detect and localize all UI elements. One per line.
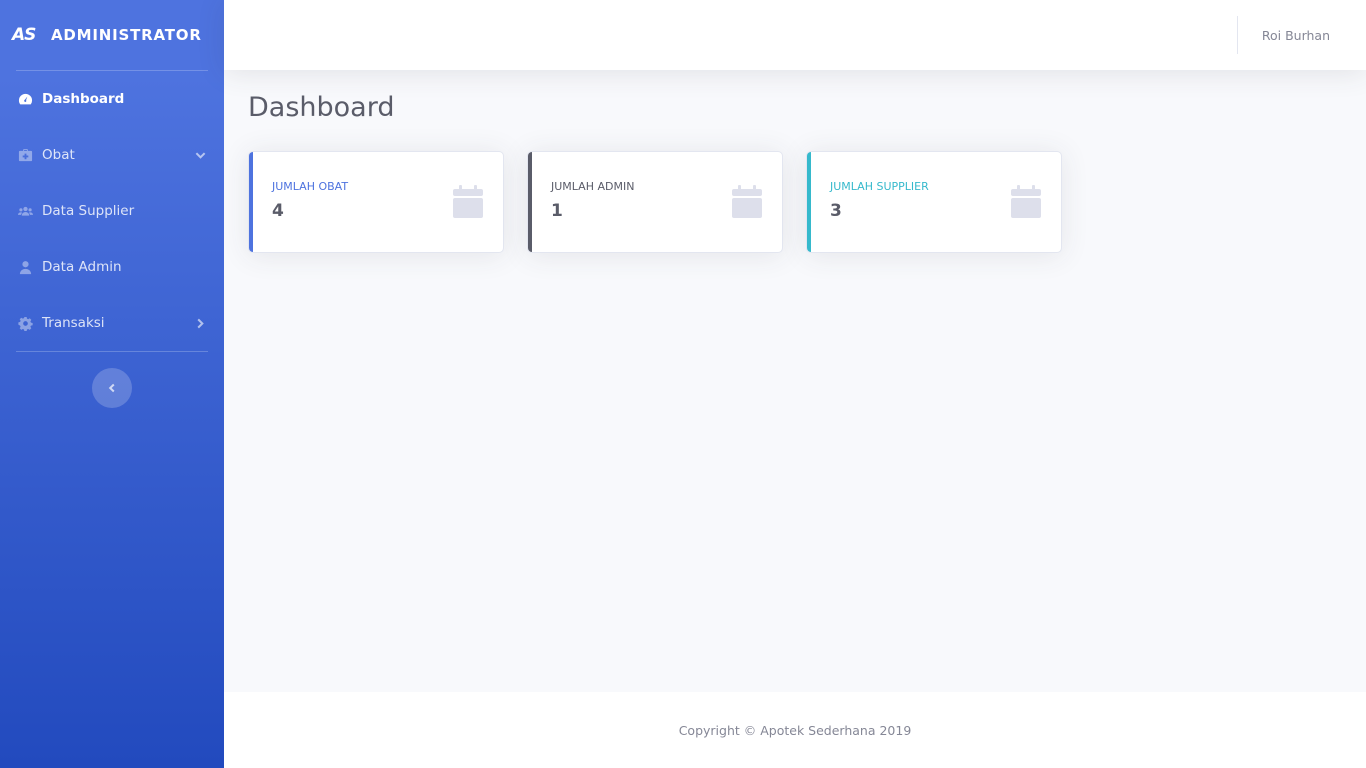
sidebar-item-label: Dashboard: [42, 91, 125, 107]
user-icon: [16, 258, 34, 276]
sidebar-item-obat[interactable]: Obat: [0, 127, 224, 183]
sidebar-toggle-button[interactable]: [92, 368, 132, 408]
sidebar-item-data-supplier[interactable]: Data Supplier: [0, 183, 224, 239]
users-icon: [16, 202, 34, 220]
card-label: JUMLAH ADMIN: [551, 180, 635, 193]
chevron-left-icon: [107, 383, 117, 393]
footer: Copyright © Apotek Sederhana 2019: [224, 692, 1366, 768]
card-label: JUMLAH SUPPLIER: [830, 180, 929, 193]
card-jumlah-admin: JUMLAH ADMIN 1: [527, 151, 783, 253]
sidebar-item-transaksi[interactable]: Transaksi: [0, 295, 224, 351]
card-jumlah-supplier: JUMLAH SUPPLIER 3: [806, 151, 1062, 253]
sidebar-toggle-wrap: [0, 368, 224, 408]
brand-logo: AS: [12, 25, 36, 45]
sidebar-item-label: Obat: [42, 147, 75, 163]
topbar: Roi Burhan: [224, 0, 1366, 70]
sidebar-item-label: Data Admin: [42, 259, 122, 275]
topbar-divider: [1237, 16, 1238, 54]
chevron-right-icon: [194, 317, 206, 329]
card-accent-border: [807, 152, 811, 252]
card-value: 1: [551, 201, 563, 221]
page-title: Dashboard: [248, 92, 395, 123]
sidebar-item-data-admin[interactable]: Data Admin: [0, 239, 224, 295]
medkit-icon: [16, 146, 34, 164]
card-label: JUMLAH OBAT: [272, 180, 349, 193]
cog-icon: [16, 314, 34, 332]
card-value: 3: [830, 201, 842, 221]
card-value: 4: [272, 201, 284, 221]
calendar-icon: [732, 185, 762, 218]
tachometer-icon: [16, 90, 34, 108]
sidebar-item-dashboard[interactable]: Dashboard: [0, 71, 224, 127]
sidebar-brand[interactable]: AS ADMINISTRATOR: [0, 0, 224, 70]
calendar-icon: [1011, 185, 1041, 218]
footer-copyright: Copyright © Apotek Sederhana 2019: [678, 722, 912, 738]
sidebar: AS ADMINISTRATOR Dashboard Obat Data Sup…: [0, 0, 224, 768]
card-accent-border: [528, 152, 532, 252]
chevron-down-icon: [194, 149, 206, 161]
sidebar-divider: [16, 351, 208, 352]
sidebar-item-label: Transaksi: [42, 315, 105, 331]
user-menu[interactable]: Roi Burhan: [1262, 0, 1330, 70]
card-accent-border: [249, 152, 253, 252]
sidebar-item-label: Data Supplier: [42, 203, 135, 219]
calendar-icon: [453, 185, 483, 218]
card-jumlah-obat: JUMLAH OBAT 4: [248, 151, 504, 253]
brand-text: ADMINISTRATOR: [51, 26, 202, 44]
